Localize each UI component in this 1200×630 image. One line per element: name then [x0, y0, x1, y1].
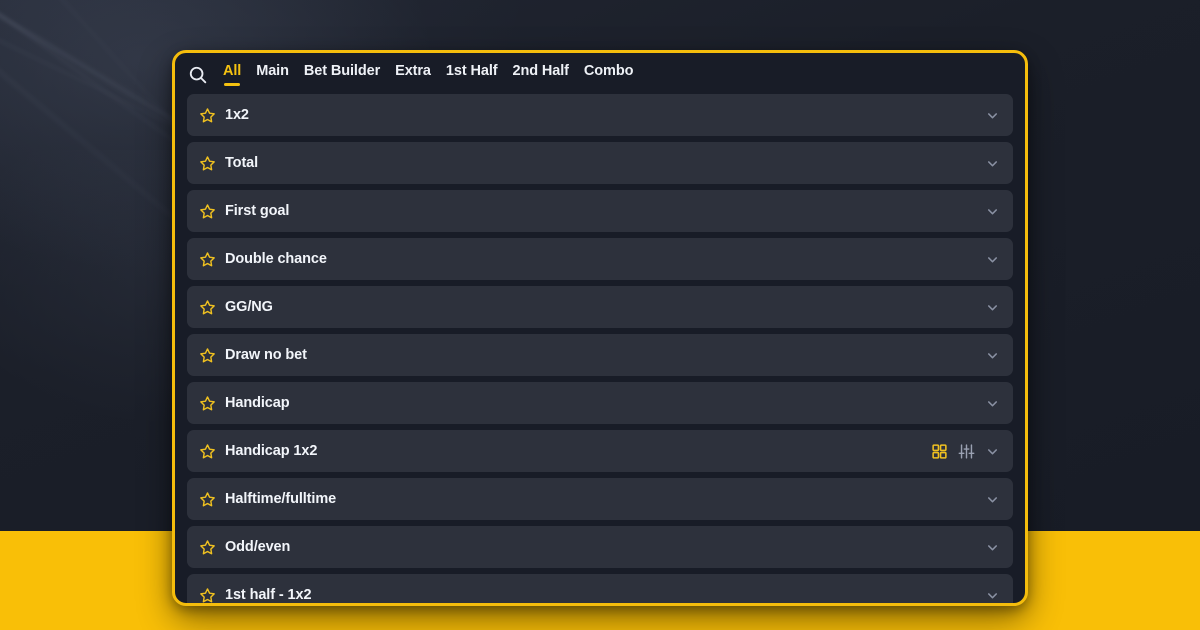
market-row-label: Odd/even: [225, 539, 291, 555]
chevron-down-icon[interactable]: [985, 492, 1000, 507]
star-icon[interactable]: [199, 251, 216, 268]
star-icon[interactable]: [199, 155, 216, 172]
market-row-label: 1st half - 1x2: [225, 587, 312, 603]
market-row-label: Handicap 1x2: [225, 443, 318, 459]
chevron-down-icon[interactable]: [985, 444, 1000, 459]
star-icon[interactable]: [199, 299, 216, 316]
market-row[interactable]: Draw no bet: [187, 334, 1013, 376]
star-icon[interactable]: [199, 107, 216, 124]
betting-markets-card: All Main Bet Builder Extra 1st Half 2nd Half C…: [172, 50, 1028, 606]
market-tab-bar: All Main Bet Builder Extra 1st Half 2nd Half C…: [175, 53, 1025, 89]
tab-1st-half[interactable]: 1st Half: [446, 63, 498, 88]
market-row-actions: [931, 443, 1000, 460]
star-icon[interactable]: [199, 203, 216, 220]
star-icon[interactable]: [199, 491, 216, 508]
market-row[interactable]: Total: [187, 142, 1013, 184]
tab-extra[interactable]: Extra: [395, 63, 431, 88]
chevron-down-icon[interactable]: [985, 540, 1000, 555]
market-row-actions: [985, 108, 1000, 123]
market-row-label: First goal: [225, 203, 290, 219]
market-row-actions: [985, 348, 1000, 363]
tab-list: All Main Bet Builder Extra 1st Half 2nd Half C…: [223, 63, 633, 88]
market-row-actions: [985, 156, 1000, 171]
grid-view-icon[interactable]: [931, 443, 948, 460]
market-row-label: Handicap: [225, 395, 290, 411]
chevron-down-icon[interactable]: [985, 108, 1000, 123]
market-row-actions: [985, 300, 1000, 315]
tab-bet-builder[interactable]: Bet Builder: [304, 63, 380, 88]
market-row-label: 1x2: [225, 107, 249, 123]
market-row[interactable]: 1x2: [187, 94, 1013, 136]
market-row-label: Draw no bet: [225, 347, 307, 363]
tab-main[interactable]: Main: [256, 63, 289, 88]
market-row[interactable]: Handicap: [187, 382, 1013, 424]
tab-combo[interactable]: Combo: [584, 63, 634, 88]
chevron-down-icon[interactable]: [985, 300, 1000, 315]
chevron-down-icon[interactable]: [985, 252, 1000, 267]
market-row-label: Double chance: [225, 251, 327, 267]
market-row[interactable]: Halftime/fulltime: [187, 478, 1013, 520]
market-row[interactable]: GG/NG: [187, 286, 1013, 328]
market-row-label: Total: [225, 155, 259, 171]
chevron-down-icon[interactable]: [985, 348, 1000, 363]
chevron-down-icon[interactable]: [985, 588, 1000, 603]
market-row[interactable]: Double chance: [187, 238, 1013, 280]
market-row-actions: [985, 204, 1000, 219]
market-row[interactable]: 1st half - 1x2: [187, 574, 1013, 604]
chevron-down-icon[interactable]: [985, 204, 1000, 219]
tab-2nd-half[interactable]: 2nd Half: [513, 63, 570, 88]
market-row-label: GG/NG: [225, 299, 273, 315]
star-icon[interactable]: [199, 587, 216, 604]
star-icon[interactable]: [199, 347, 216, 364]
market-row-label: Halftime/fulltime: [225, 491, 337, 507]
market-row-actions: [985, 252, 1000, 267]
market-row-actions: [985, 492, 1000, 507]
chevron-down-icon[interactable]: [985, 156, 1000, 171]
sliders-icon[interactable]: [958, 443, 975, 460]
market-row-actions: [985, 588, 1000, 603]
tab-all[interactable]: All: [223, 63, 241, 88]
star-icon[interactable]: [199, 443, 216, 460]
star-icon[interactable]: [199, 539, 216, 556]
market-row[interactable]: Odd/even: [187, 526, 1013, 568]
market-list: 1x2 Total First goal Double chance GG/NG Draw…: [175, 89, 1025, 604]
market-row-actions: [985, 540, 1000, 555]
market-row[interactable]: First goal: [187, 190, 1013, 232]
market-row-actions: [985, 396, 1000, 411]
chevron-down-icon[interactable]: [985, 396, 1000, 411]
market-row[interactable]: Handicap 1x2: [187, 430, 1013, 472]
star-icon[interactable]: [199, 395, 216, 412]
search-icon[interactable]: [187, 64, 209, 86]
